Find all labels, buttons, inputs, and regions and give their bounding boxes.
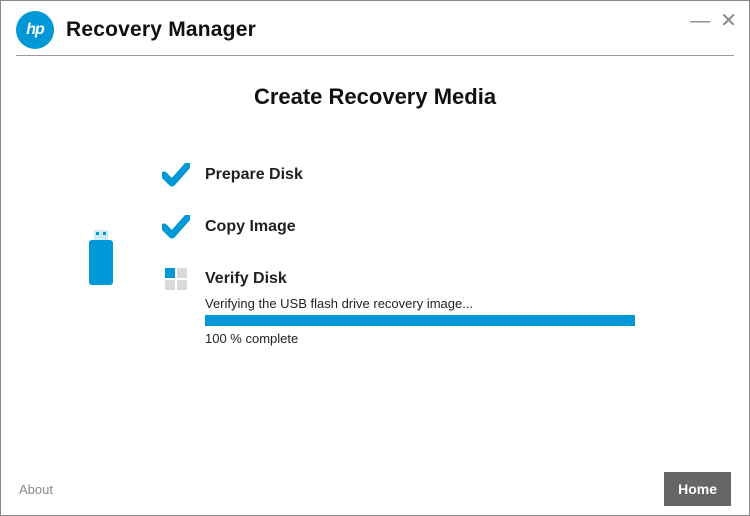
verify-status-text: Verifying the USB flash drive recovery i… xyxy=(205,296,669,311)
about-link[interactable]: About xyxy=(19,482,53,497)
progress-percent-text: 100 % complete xyxy=(205,331,669,346)
checkmark-icon xyxy=(161,160,191,190)
close-icon[interactable]: ✕ xyxy=(720,11,737,31)
steps-column: Prepare Disk Copy Image Verify Disk Veri… xyxy=(161,160,709,346)
app-title: Recovery Manager xyxy=(66,18,256,42)
body-row: Prepare Disk Copy Image Verify Disk Veri… xyxy=(41,160,709,346)
step-prepare-disk: Prepare Disk xyxy=(161,160,669,190)
step-label: Copy Image xyxy=(205,218,296,236)
squares-progress-icon xyxy=(161,264,191,294)
window-controls: — ✕ xyxy=(690,11,737,31)
hp-logo: hp xyxy=(16,11,54,49)
footer: About Home xyxy=(1,463,749,515)
content-area: Create Recovery Media Prepare Disk xyxy=(1,56,749,346)
step-verify-disk: Verify Disk xyxy=(161,264,669,294)
progress-fill xyxy=(205,315,635,326)
checkmark-icon xyxy=(161,212,191,242)
hp-logo-text: hp xyxy=(26,21,44,39)
verify-progress-area: Verifying the USB flash drive recovery i… xyxy=(205,296,669,346)
step-label: Prepare Disk xyxy=(205,166,303,184)
progress-bar xyxy=(205,315,635,326)
minimize-icon[interactable]: — xyxy=(690,11,710,31)
step-label: Verify Disk xyxy=(205,270,287,288)
home-button[interactable]: Home xyxy=(664,472,731,506)
step-copy-image: Copy Image xyxy=(161,212,669,242)
page-title: Create Recovery Media xyxy=(41,84,709,110)
usb-drive-icon xyxy=(86,230,116,285)
media-icon-column xyxy=(41,160,161,285)
title-bar: hp Recovery Manager — ✕ xyxy=(1,1,749,55)
